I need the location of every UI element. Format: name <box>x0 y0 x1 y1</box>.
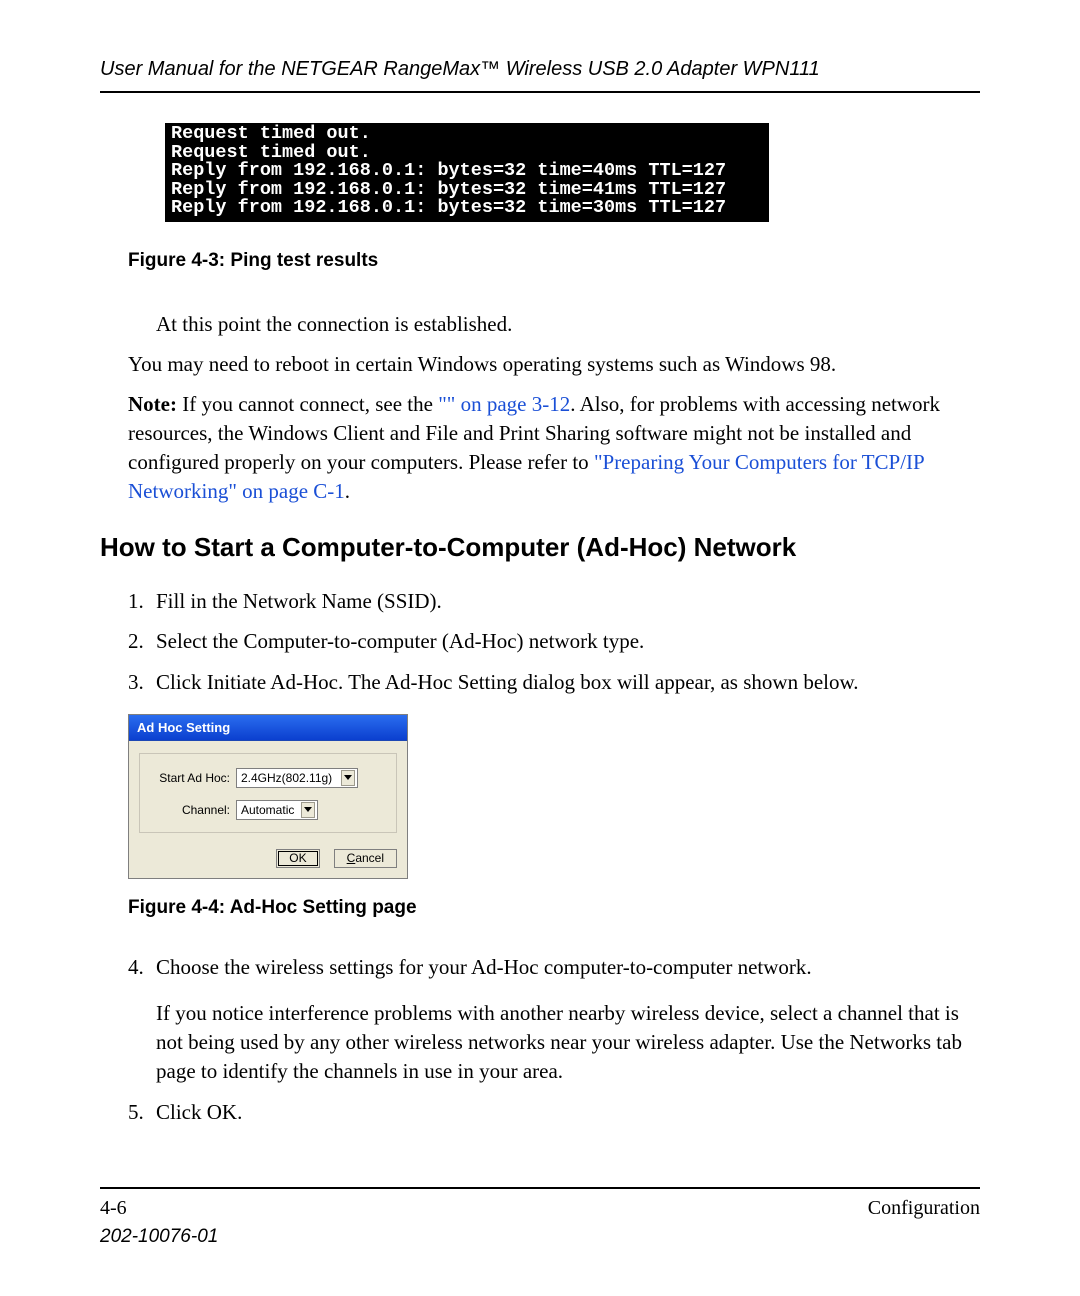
page-header-title: User Manual for the NETGEAR RangeMax™ Wi… <box>100 58 980 93</box>
step4-sub-paragraph: If you notice interference problems with… <box>156 999 980 1086</box>
channel-label: Channel: <box>148 803 236 817</box>
cancel-rest: ancel <box>355 851 384 865</box>
step-number: 3. <box>128 668 144 696</box>
list-item: 4. Choose the wireless settings for your … <box>128 953 980 981</box>
step-number: 1. <box>128 587 144 615</box>
link-page-3-12[interactable]: "" on page 3-12 <box>438 392 570 416</box>
step-text: Click Initiate Ad-Hoc. The Ad-Hoc Settin… <box>156 670 859 694</box>
dialog-row-start-adhoc: Start Ad Hoc: 2.4GHz(802.11g) <box>148 768 388 788</box>
chevron-down-icon <box>341 770 355 786</box>
step-number: 4. <box>128 953 144 981</box>
step-text: Fill in the Network Name (SSID). <box>156 589 442 613</box>
step-text: Select the Computer-to-computer (Ad-Hoc)… <box>156 629 644 653</box>
terminal-line: Reply from 192.168.0.1: bytes=32 time=30… <box>171 197 726 218</box>
page-footer: 4-6 Configuration 202-10076-01 <box>100 1187 980 1248</box>
figure-caption-4-3: Figure 4-3: Ping test results <box>128 250 980 272</box>
dialog-footer: OK Cancel <box>129 839 407 878</box>
step-text: Choose the wireless settings for your Ad… <box>156 955 812 979</box>
dialog-field-group: Start Ad Hoc: 2.4GHz(802.11g) Channel: A… <box>139 753 397 833</box>
note-text-post: . <box>345 479 350 503</box>
note-text-pre: If you cannot connect, see the <box>177 392 438 416</box>
list-item: 2. Select the Computer-to-computer (Ad-Ho… <box>128 627 980 655</box>
cancel-button[interactable]: Cancel <box>334 849 397 868</box>
figure-caption-4-4: Figure 4-4: Ad-Hoc Setting page <box>128 897 980 919</box>
dialog-row-channel: Channel: Automatic <box>148 800 388 820</box>
step-text: Click OK. <box>156 1100 242 1124</box>
step-number: 5. <box>128 1098 144 1126</box>
list-item: 3. Click Initiate Ad-Hoc. The Ad-Hoc Sett… <box>128 668 980 696</box>
footer-row: 4-6 Configuration <box>100 1197 980 1220</box>
ok-button[interactable]: OK <box>276 849 319 868</box>
channel-value: Automatic <box>241 803 294 817</box>
steps-list-continued-2: 5. Click OK. <box>128 1098 980 1126</box>
paragraph-reboot: You may need to reboot in certain Window… <box>128 350 980 378</box>
cancel-underline: C <box>347 851 356 865</box>
note-block: Note: If you cannot connect, see the "" … <box>128 390 980 506</box>
step-number: 2. <box>128 627 144 655</box>
section-label: Configuration <box>868 1197 980 1220</box>
dialog-titlebar: Ad Hoc Setting <box>129 715 407 741</box>
chevron-down-icon <box>301 802 315 818</box>
ping-terminal-output: Request timed out. Request timed out. Re… <box>165 123 769 222</box>
steps-list-continued: 4. Choose the wireless settings for your … <box>128 953 980 981</box>
paragraph-connection-established: At this point the connection is establis… <box>156 310 980 338</box>
ad-hoc-setting-dialog: Ad Hoc Setting Start Ad Hoc: 2.4GHz(802.… <box>128 714 408 879</box>
start-adhoc-value: 2.4GHz(802.11g) <box>241 771 332 785</box>
start-adhoc-label: Start Ad Hoc: <box>148 771 236 785</box>
channel-select[interactable]: Automatic <box>236 800 318 820</box>
footer-rule <box>100 1187 980 1189</box>
document-number: 202-10076-01 <box>100 1226 980 1248</box>
start-adhoc-select[interactable]: 2.4GHz(802.11g) <box>236 768 358 788</box>
list-item: 1. Fill in the Network Name (SSID). <box>128 587 980 615</box>
dialog-body: Start Ad Hoc: 2.4GHz(802.11g) Channel: A… <box>129 741 407 839</box>
page-number: 4-6 <box>100 1197 127 1220</box>
list-item: 5. Click OK. <box>128 1098 980 1126</box>
note-label: Note: <box>128 392 177 416</box>
heading-adhoc-network: How to Start a Computer-to-Computer (Ad-… <box>100 532 980 563</box>
steps-list: 1. Fill in the Network Name (SSID). 2. Sel… <box>128 587 980 696</box>
